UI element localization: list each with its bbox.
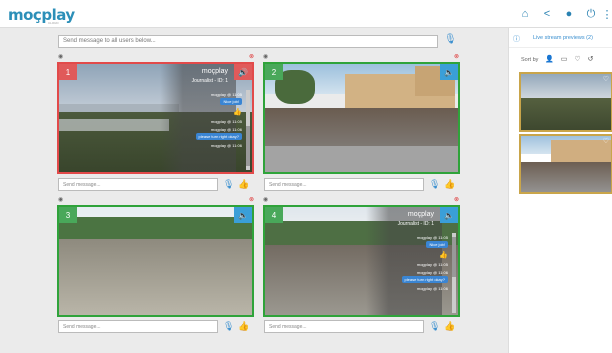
more-icon[interactable]: ⋮ — [602, 0, 612, 28]
speaker-icon[interactable]: 🔊 — [234, 64, 252, 80]
tile-brand: moçplay — [201, 68, 228, 75]
app-logo-sub: CLOUD — [48, 21, 59, 25]
like-icon: 👍 — [233, 109, 242, 116]
eye-icon[interactable]: ◉ — [58, 196, 63, 203]
speaker-muted-icon[interactable]: 🔈 — [440, 207, 458, 223]
tile-3-input-row: Send message... 🎙 👍 — [58, 320, 254, 333]
thumbs-up-icon[interactable]: 👍 — [444, 179, 455, 190]
top-bar: moçplay CLOUD ⌂ < ● ⏻ ⋮ — [0, 0, 612, 28]
video-tile-1[interactable]: 1 🔊 moçplay Journalist - ID: 1 mogplay @… — [57, 62, 254, 174]
mic-icon[interactable]: 🎙 — [223, 321, 234, 332]
chat-scroll-thumb[interactable] — [452, 237, 456, 277]
message-input[interactable]: Send message... — [58, 178, 218, 191]
mic-icon[interactable]: 🎙 — [223, 179, 234, 190]
speaker-muted-icon[interactable]: 🔈 — [440, 64, 458, 80]
power-icon[interactable]: ⏻ — [580, 0, 602, 28]
tile-chat: mogplay @ 11:05 Nice job! 👍 mogplay @ 11:… — [172, 92, 242, 151]
close-icon[interactable]: ⊗ — [249, 196, 254, 203]
message-input[interactable]: Send message... — [58, 320, 218, 333]
tile-4-input-row: Send message... 🎙 👍 — [264, 320, 460, 333]
broadcast-input[interactable]: Send message to all users below... — [58, 35, 438, 48]
tile-4-header: ◉ ⊗ — [263, 196, 459, 204]
sort-options: 👤 ▭ ♡ ↺ — [545, 55, 594, 63]
tile-number: 4 — [265, 207, 283, 223]
message-input[interactable]: Send message... — [264, 320, 424, 333]
eye-icon[interactable]: ◉ — [58, 53, 63, 60]
thumbs-up-icon[interactable]: 👍 — [238, 321, 249, 332]
tile-2-header: ◉ ⊗ — [263, 53, 459, 61]
chat-icon[interactable]: ● — [558, 0, 580, 28]
tile-number: 1 — [59, 64, 77, 80]
preview-panel-title[interactable]: Live stream previews (2) — [533, 35, 593, 41]
close-icon[interactable]: ⊗ — [454, 196, 459, 203]
home-icon[interactable]: ⌂ — [514, 0, 536, 28]
preview-thumbnail-1[interactable]: ♡ — [519, 72, 612, 132]
tile-1-input-row: Send message... 🎙 👍 — [58, 178, 254, 191]
user-icon[interactable]: 👤 — [545, 55, 554, 63]
heart-icon[interactable]: ♡ — [574, 55, 580, 63]
thumbs-up-icon[interactable]: 👍 — [444, 321, 455, 332]
video-tile-3[interactable]: 3 🔈 — [57, 205, 254, 317]
preview-panel-header: ⓘ Live stream previews (2) — [509, 28, 612, 48]
close-icon[interactable]: ⊗ — [454, 53, 459, 60]
thumbs-up-icon[interactable]: 👍 — [238, 179, 249, 190]
sort-label: Sort by — [521, 57, 539, 63]
tile-2-input-row: Send message... 🎙 👍 — [264, 178, 460, 191]
close-icon[interactable]: ⊗ — [249, 53, 254, 60]
tile-1-header: ◉ ⊗ — [58, 53, 254, 61]
share-icon[interactable]: < — [536, 0, 558, 28]
video-tile-2[interactable]: 2 🔈 — [263, 62, 460, 174]
mic-icon[interactable]: 🎙 — [429, 179, 440, 190]
eye-icon[interactable]: ◉ — [263, 53, 268, 60]
tile-3-header: ◉ ⊗ — [58, 196, 254, 204]
like-icon: 👍 — [439, 252, 448, 259]
preview-panel: ⓘ Live stream previews (2) Sort by 👤 ▭ ♡… — [508, 28, 612, 353]
tile-chat: mogplay @ 11:05 Nice job! 👍 mogplay @ 11:… — [378, 235, 448, 294]
message-input[interactable]: Send message... — [264, 178, 424, 191]
journalist-label: Journalist - ID: 1 — [397, 221, 434, 227]
video-tile-4[interactable]: 4 🔈 moçplay Journalist - ID: 1 mogplay @… — [263, 205, 460, 317]
broadcast-mic-icon[interactable]: 🎙 — [444, 34, 457, 45]
favorite-icon[interactable]: ♡ — [603, 75, 609, 83]
speaker-muted-icon[interactable]: 🔈 — [234, 207, 252, 223]
app-logo[interactable]: moçplay — [8, 6, 75, 24]
mic-icon[interactable]: 🎙 — [429, 321, 440, 332]
journalist-label: Journalist - ID: 1 — [191, 78, 228, 84]
preview-thumbnail-2[interactable]: ♡ — [519, 134, 612, 194]
tile-number: 2 — [265, 64, 283, 80]
favorite-icon[interactable]: ♡ — [603, 137, 609, 145]
history-icon[interactable]: ↺ — [588, 55, 594, 63]
top-icons: ⌂ < ● ⏻ ⋮ — [514, 0, 612, 28]
chat-scroll-thumb[interactable] — [246, 126, 250, 166]
eye-icon[interactable]: ◉ — [263, 196, 268, 203]
info-icon[interactable]: ⓘ — [513, 34, 520, 44]
id-card-icon[interactable]: ▭ — [561, 55, 568, 63]
tile-brand: moçplay — [407, 211, 434, 218]
tile-number: 3 — [59, 207, 77, 223]
